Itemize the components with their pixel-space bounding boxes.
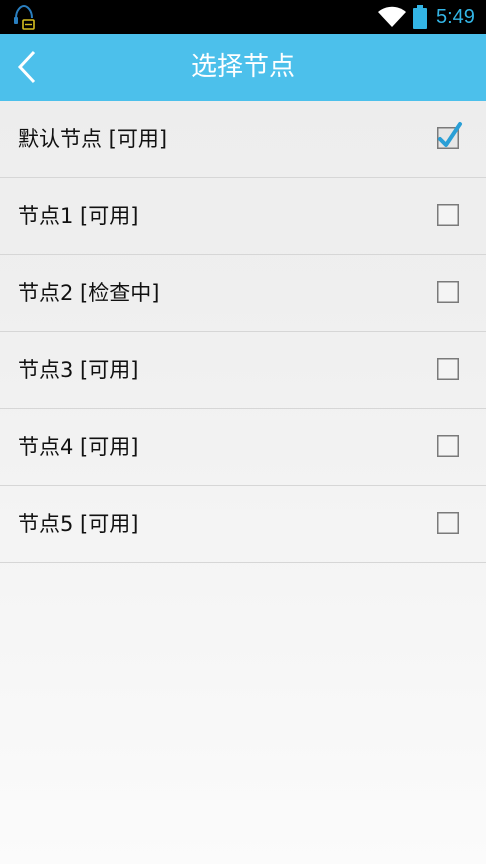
checkbox-unchecked-icon [437,281,459,303]
node-list: 默认节点 [可用] 节点1 [可用] 节点2 [检查中] 节点3 [可用] 节点… [0,101,486,563]
list-item[interactable]: 节点1 [可用] [0,178,486,255]
title-bar: 选择节点 [0,34,486,101]
node-label: 节点2 [检查中] [18,281,160,305]
node-label: 节点1 [可用] [18,204,139,228]
node-checkbox[interactable] [437,281,459,303]
list-item[interactable]: 节点5 [可用] [0,486,486,563]
checkbox-unchecked-icon [437,512,459,534]
checkbox-unchecked-icon [437,435,459,457]
checkbox-unchecked-icon [437,204,459,226]
node-checkbox[interactable] [437,358,459,380]
status-time: 5:49 [436,6,475,28]
node-checkbox[interactable] [437,204,459,226]
wifi-icon [377,6,407,28]
checkbox-checked-icon [437,122,462,149]
notification-icon [12,4,36,30]
page-title: 选择节点 [190,52,295,82]
node-label: 节点4 [可用] [18,435,139,459]
list-item[interactable]: 节点2 [检查中] [0,255,486,332]
node-checkbox[interactable] [437,122,462,149]
battery-icon [412,5,428,29]
node-label: 默认节点 [可用] [18,127,168,151]
list-item[interactable]: 节点4 [可用] [0,409,486,486]
checkbox-unchecked-icon [437,358,459,380]
list-item[interactable]: 默认节点 [可用] [0,101,486,178]
node-checkbox[interactable] [437,435,459,457]
node-label: 节点3 [可用] [18,358,139,382]
status-bar: 5:49 [0,0,486,34]
list-item[interactable]: 节点3 [可用] [0,332,486,409]
node-checkbox[interactable] [437,512,459,534]
node-label: 节点5 [可用] [18,512,139,536]
